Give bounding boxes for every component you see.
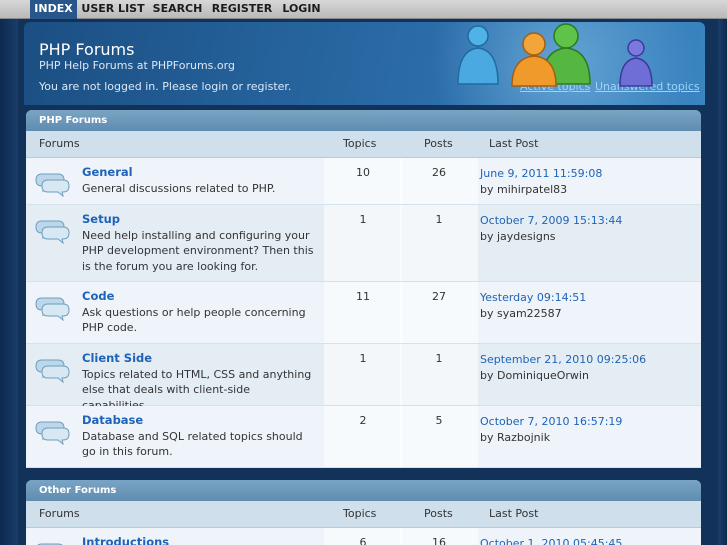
forum-name[interactable]: Database — [82, 413, 318, 429]
forum-info: Client Side Topics related to HTML, CSS … — [82, 351, 318, 413]
post-count: 16 — [400, 528, 478, 545]
forum-bubble-icon — [35, 220, 70, 244]
col-last-post: Last Post — [489, 137, 539, 150]
forum-info: Introductions — [82, 535, 318, 545]
col-topics: Topics — [343, 137, 377, 150]
last-post-author: by jaydesigns — [480, 230, 556, 243]
last-post-date[interactable]: Yesterday 09:14:51 — [480, 290, 586, 306]
post-count: 27 — [400, 282, 478, 343]
category-title[interactable]: Other Forums — [26, 480, 701, 501]
col-posts: Posts — [424, 137, 453, 150]
last-post-author: by DominiqueOrwin — [480, 369, 589, 382]
col-forums: Forums — [39, 507, 80, 520]
nav-index[interactable]: INDEX — [30, 0, 77, 19]
forum-info: General General discussions related to P… — [82, 165, 318, 196]
topic-count: 11 — [324, 282, 402, 343]
forum-description: Need help installing and configuring you… — [82, 228, 314, 273]
last-post: October 1, 2010 05:45:45 — [480, 528, 622, 545]
post-count: 5 — [400, 406, 478, 467]
column-headers: Forums Topics Posts Last Post — [26, 501, 701, 528]
last-post-author: by mihirpatel83 — [480, 183, 568, 196]
col-forums: Forums — [39, 137, 80, 150]
left-border — [0, 19, 18, 545]
last-post-date[interactable]: October 1, 2010 05:45:45 — [480, 536, 622, 545]
forum-row-general: General General discussions related to P… — [26, 158, 701, 205]
post-count: 1 — [400, 344, 478, 405]
forum-name[interactable]: Introductions — [82, 535, 318, 545]
column-headers: Forums Topics Posts Last Post — [26, 131, 701, 158]
login-status-message: You are not logged in. Please login or r… — [39, 80, 292, 93]
topic-count: 10 — [324, 158, 402, 204]
col-posts: Posts — [424, 507, 453, 520]
forum-row-code: Code Ask questions or help people concer… — [26, 282, 701, 344]
right-border — [718, 19, 727, 545]
site-title[interactable]: PHP Forums — [39, 40, 134, 59]
forum-info: Setup Need help installing and configuri… — [82, 212, 318, 274]
last-post-date[interactable]: October 7, 2009 15:13:44 — [480, 213, 622, 229]
last-post-date[interactable]: September 21, 2010 09:25:06 — [480, 352, 646, 368]
forum-description: Ask questions or help people concerning … — [82, 305, 306, 335]
last-post: October 7, 2010 16:57:19 by Razbojnik — [480, 406, 622, 446]
post-count: 1 — [400, 205, 478, 281]
forum-name[interactable]: Client Side — [82, 351, 318, 367]
forum-row-database: Database Database and SQL related topics… — [26, 406, 701, 468]
forum-name[interactable]: Setup — [82, 212, 318, 228]
category-other-forums: Other Forums Forums Topics Posts Last Po… — [26, 480, 701, 545]
forum-bubble-icon — [35, 297, 70, 321]
forum-name[interactable]: Code — [82, 289, 318, 305]
users-logo-icon — [457, 23, 653, 87]
forum-info: Database Database and SQL related topics… — [82, 413, 318, 460]
forum-row-client-side: Client Side Topics related to HTML, CSS … — [26, 344, 701, 412]
forum-bubble-icon — [37, 543, 63, 545]
category-title[interactable]: PHP Forums — [26, 110, 701, 131]
nav-user-list[interactable]: USER LIST — [80, 0, 146, 19]
top-navigation: INDEX USER LIST SEARCH REGISTER LOGIN — [0, 0, 727, 19]
forum-info: Code Ask questions or help people concer… — [82, 289, 318, 336]
site-header: PHP Forums PHP Help Forums at PHPForums.… — [24, 22, 705, 105]
forum-bubble-icon — [35, 421, 70, 445]
last-post-date[interactable]: June 9, 2011 11:59:08 — [480, 166, 602, 182]
forum-description: General discussions related to PHP. — [82, 181, 276, 195]
post-count: 26 — [400, 158, 478, 204]
nav-login[interactable]: LOGIN — [280, 0, 323, 19]
topic-count: 1 — [324, 344, 402, 405]
forum-description: Database and SQL related topics should g… — [82, 429, 303, 459]
forum-bubble-icon — [35, 359, 70, 383]
topic-count: 2 — [324, 406, 402, 467]
last-post: Yesterday 09:14:51 by syam22587 — [480, 282, 586, 322]
last-post: June 9, 2011 11:59:08 by mihirpatel83 — [480, 158, 602, 198]
forum-row-setup: Setup Need help installing and configuri… — [26, 205, 701, 282]
topic-count: 6 — [324, 528, 402, 545]
site-description: PHP Help Forums at PHPForums.org — [39, 59, 235, 72]
nav-search[interactable]: SEARCH — [150, 0, 205, 19]
last-post-author: by syam22587 — [480, 307, 562, 320]
last-post-author: by Razbojnik — [480, 431, 551, 444]
col-topics: Topics — [343, 507, 377, 520]
last-post: September 21, 2010 09:25:06 by Dominique… — [480, 344, 646, 384]
nav-register[interactable]: REGISTER — [210, 0, 274, 19]
category-php-forums: PHP Forums Forums Topics Posts Last Post… — [26, 110, 701, 468]
topic-count: 1 — [324, 205, 402, 281]
forum-name[interactable]: General — [82, 165, 318, 181]
col-last-post: Last Post — [489, 507, 539, 520]
last-post: October 7, 2009 15:13:44 by jaydesigns — [480, 205, 622, 245]
last-post-date[interactable]: October 7, 2010 16:57:19 — [480, 414, 622, 430]
forum-bubble-icon — [35, 173, 70, 197]
forum-row-introductions: Introductions 6 16 October 1, 2010 05:45… — [26, 528, 701, 545]
